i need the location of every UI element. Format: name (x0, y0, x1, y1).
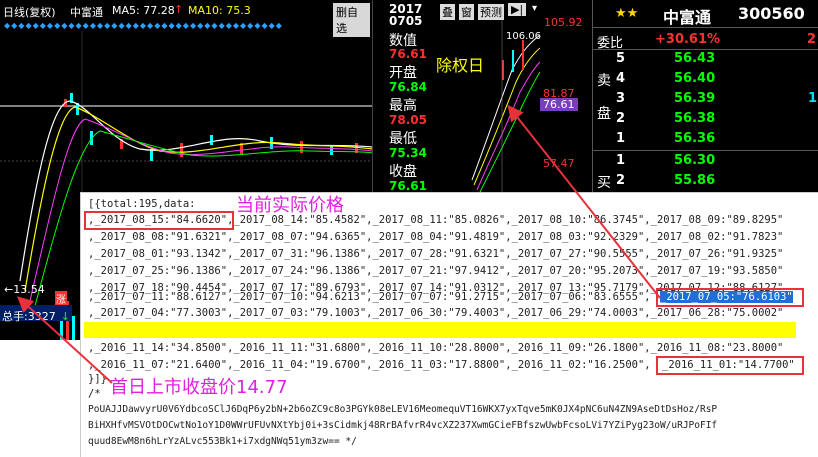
weibi-value: +30.61% (655, 32, 721, 47)
annotation-first-close: 首日上市收盘价14.77 (110, 377, 288, 398)
mini-current-price: 76.61 (540, 98, 578, 111)
forecast-button[interactable]: 预测 (478, 4, 504, 20)
signal-markers-row: ◆◆◆◆◆◆◆◆◆◆◆◆◆◆◆◆◆◆◆◆◆◆◆◆◆◆◆◆◆◆◆◆◆◆◆◆◆◆◆ (4, 21, 283, 30)
info-low-label: 最低 (389, 131, 417, 147)
dropdown-icon[interactable]: ▾ (532, 3, 537, 14)
info-high-label: 最高 (389, 98, 417, 114)
ex-rights-label: 除权日 (436, 56, 485, 75)
next-icon[interactable]: ▶| (508, 3, 527, 16)
overlay-button[interactable]: 叠 (440, 4, 455, 20)
code-line: BiHXHfvMSVOtDOCwtNo1oY1D0WWrUFUvNXtYbj0i… (88, 420, 718, 431)
ask-row-4[interactable]: 4 56.40 (612, 69, 818, 90)
code-line: ,_2016_11_07:"21.6400",_2016_11_04:"19.6… (88, 359, 651, 371)
chart-header: 日线(复权) 中富通 MA5: 77.28 ↑ MA10: 75.39 删自选 (0, 0, 370, 37)
info-low: 75.34 (389, 146, 427, 160)
volume-arrow: ↓ (60, 310, 71, 323)
code-line: quud8EwM8n6hLrYzALvc553Bk1+i7xdgNWq51ym3… (88, 436, 357, 447)
sell-label-2: 盘 (597, 106, 611, 122)
code-line: ,_2017_07_11:"88.6127",_2017_07_10:"94.6… (88, 291, 651, 303)
box-0705-value (656, 288, 804, 307)
mini-peak-label: 106.06 (506, 31, 541, 42)
code-line: ,_2017_08_08:"91.6321",_2017_08_07:"94.6… (88, 231, 784, 243)
annotation-current-price: 当前实际价格 (236, 195, 344, 216)
code-line: ,_2017_07_25:"96.1386",_2017_07_24:"96.1… (88, 265, 784, 277)
ma5-label: MA5: 77.28 (112, 4, 175, 17)
ma10-label: MA10: 75.39 (188, 4, 250, 17)
ask-row-1[interactable]: 1 56.36 (612, 129, 818, 150)
mini-top-price: 105.92 (544, 16, 583, 29)
code-line: ,_2017_08_01:"93.1342",_2017_07_31:"96.1… (88, 248, 784, 260)
code-line: /* (88, 388, 101, 400)
info-date: 0705 (389, 14, 423, 28)
code-line: PoUAJJDawvyrU0V6YdbcoSClJ6DqP6y2bN+2b6oZ… (88, 404, 718, 415)
info-high: 78.05 (389, 113, 427, 127)
rise-tag: 涨 (55, 291, 67, 306)
ask-row-5[interactable]: 5 56.43 (612, 49, 818, 70)
volume-info: 总手:3327 ↓ (0, 305, 73, 323)
code-line: ,_2017_07_04:"77.3003",_2017_07_03:"79.1… (88, 307, 784, 319)
ask-row-2[interactable]: 2 56.38 (612, 109, 818, 130)
volume-label: 总手:3327 (2, 310, 56, 323)
info-open: 76.84 (389, 80, 427, 94)
info-close-label: 收盘 (389, 164, 417, 180)
box-current-price-value (84, 211, 234, 230)
quote-name: 中富通 (663, 8, 712, 27)
sell-label-1: 卖 (597, 73, 611, 89)
bid-row-2[interactable]: 2 55.86 (612, 171, 818, 192)
info-value: 76.61 (389, 47, 427, 61)
mini-chart[interactable] (432, 20, 540, 200)
buy-label: 买 (597, 175, 611, 191)
code-line: }]} (88, 373, 107, 385)
quote-code: 300560 (738, 4, 805, 23)
mini-toolbar: 叠 窗 预测 ▶| ▾ (432, 2, 542, 20)
highlight-bar (84, 322, 796, 338)
ask-row-3[interactable]: 3 56.39 1 (612, 89, 818, 110)
info-close: 76.61 (389, 179, 427, 193)
stars-icon: ★★ (615, 6, 639, 21)
window-button[interactable]: 窗 (459, 4, 474, 20)
bid-row-1[interactable]: 1 56.30 (612, 151, 818, 172)
min-price-label: ←13.54 (4, 283, 45, 296)
weibi-right: 2 (807, 32, 817, 47)
mini-low-price: 57.47 (543, 157, 575, 170)
stock-name-label: 中富通 (70, 6, 103, 19)
period-label[interactable]: 日线(复权) (3, 4, 56, 20)
info-panel: 2017 0705 数值 76.61 开盘 76.84 最高 78.05 最低 … (372, 0, 429, 200)
box-first-close-value (656, 356, 804, 375)
code-line: ,_2016_11_14:"34.8500",_2016_11_11:"31.6… (88, 342, 784, 354)
info-open-label: 开盘 (389, 65, 417, 81)
code-line: [{total:195,data: (88, 198, 196, 210)
ma5-arrow: ↑ (174, 3, 184, 16)
